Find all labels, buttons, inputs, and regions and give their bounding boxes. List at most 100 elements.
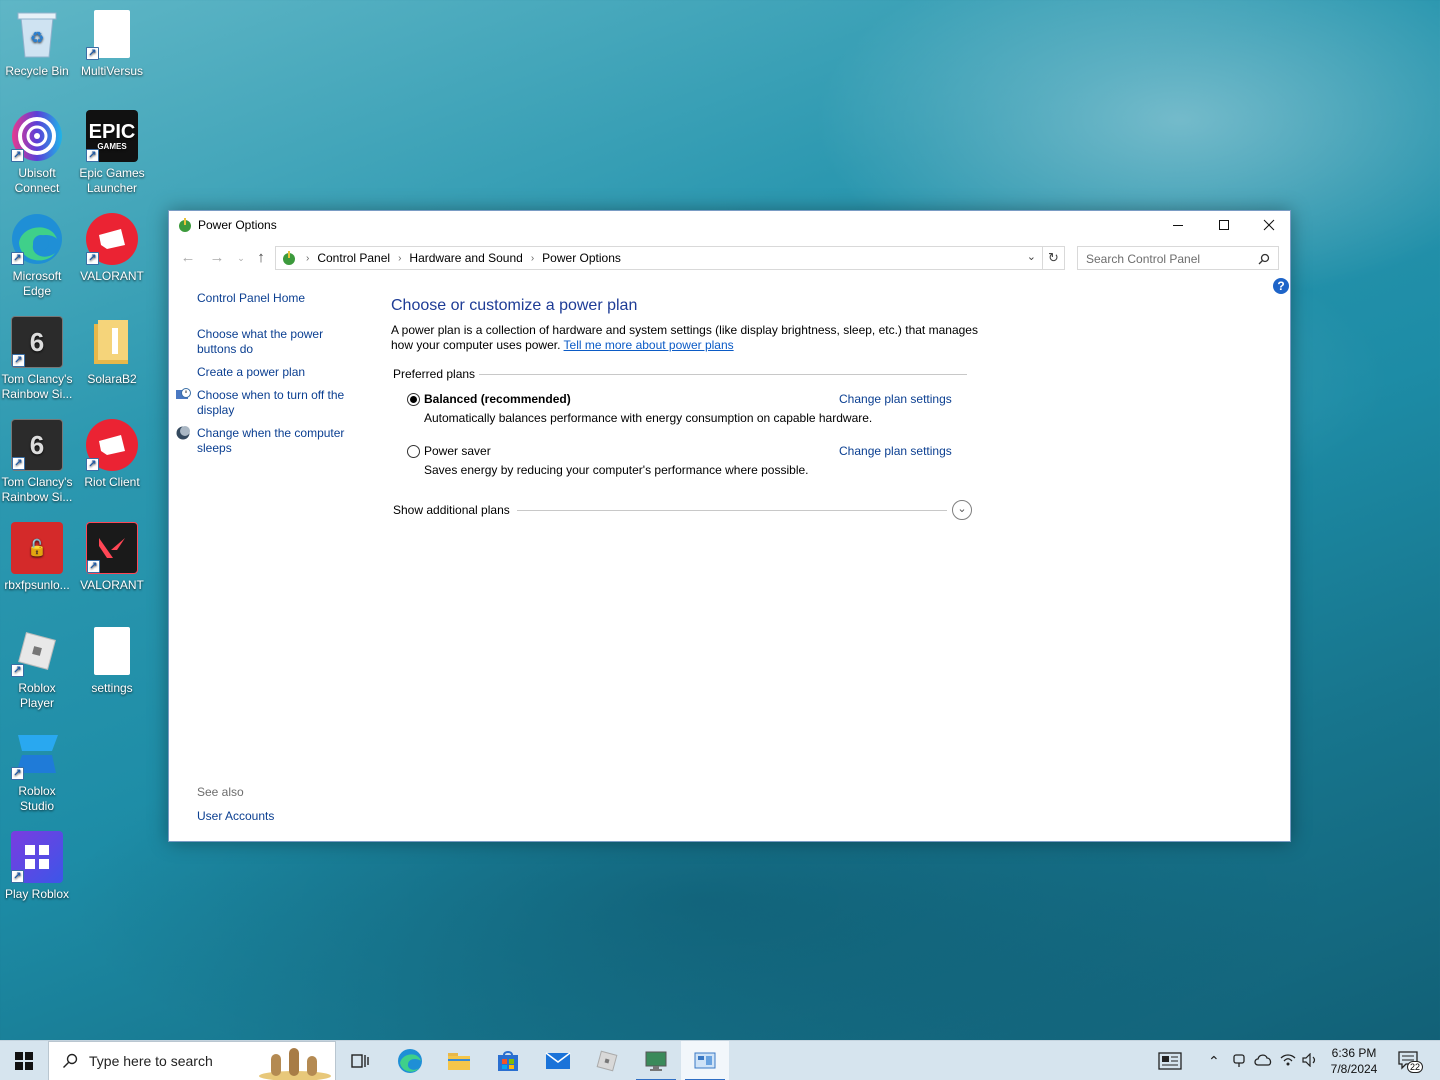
plan-name[interactable]: Balanced (recommended)	[424, 392, 571, 406]
shortcut-arrow-icon: ↗	[11, 870, 24, 883]
plan-name[interactable]: Power saver	[424, 444, 491, 458]
task-view-button[interactable]	[336, 1041, 384, 1080]
network-wifi-icon[interactable]	[1280, 1053, 1296, 1070]
window-titlebar[interactable]: Power Options	[169, 211, 1290, 239]
power-buttons-link[interactable]: Choose what the power buttons do	[197, 327, 337, 357]
desktop-icon-valorant[interactable]: ↗ VALORANT	[75, 522, 149, 593]
desktop-icon-microsoft-edge[interactable]: ↗ Microsoft Edge	[0, 213, 74, 299]
close-button[interactable]	[1246, 211, 1292, 239]
see-also-label: See also	[197, 785, 244, 799]
desktop-icon-solarab2[interactable]: SolaraB2	[75, 316, 149, 387]
onedrive-cloud-icon[interactable]	[1254, 1053, 1272, 1070]
desktop-icon-rainbow-six-1[interactable]: 6 ↗ Tom Clancy's Rainbow Si...	[0, 316, 74, 402]
shortcut-arrow-icon: ↗	[12, 354, 25, 367]
desktop-icon-rainbow-six-2[interactable]: 6 ↗ Tom Clancy's Rainbow Si...	[0, 419, 74, 505]
recycle-bin-icon: ♻	[11, 8, 63, 60]
intro-text: A power plan is a collection of hardware…	[391, 323, 978, 352]
computer-sleeps-link[interactable]: Change when the computer sleeps	[197, 426, 357, 456]
maximize-button[interactable]	[1201, 211, 1247, 239]
ubisoft-icon: ↗	[11, 110, 63, 162]
address-bar[interactable]: › Control Panel › Hardware and Sound › P…	[275, 246, 1065, 270]
desktop-icon-valorant-riot[interactable]: ↗ VALORANT	[75, 213, 149, 284]
clock-time: 6:36 PM	[1331, 1046, 1377, 1060]
taskbar-display-settings[interactable]	[632, 1041, 680, 1080]
desktop-icon-ubisoft-connect[interactable]: ↗ Ubisoft Connect	[0, 110, 74, 196]
up-button[interactable]: ↑	[251, 248, 271, 268]
control-panel-icon	[283, 251, 295, 265]
shortcut-arrow-icon: ↗	[11, 149, 24, 162]
shortcut-arrow-icon: ↗	[11, 767, 24, 780]
desktop-icon-label: VALORANT	[80, 578, 144, 592]
close-icon	[1263, 219, 1275, 231]
desktop-icon-multiversus[interactable]: ↗ MultiVersus	[75, 8, 149, 79]
minimize-button[interactable]	[1155, 211, 1201, 239]
moon-icon	[176, 426, 190, 440]
display-clock-icon	[176, 388, 191, 399]
search-input[interactable]: Search Control Panel	[1077, 246, 1279, 270]
breadcrumb-hardware-and-sound[interactable]: Hardware and Sound	[409, 251, 522, 265]
address-dropdown-icon[interactable]: ⌄	[1027, 250, 1036, 263]
desktop-icon-roblox-player[interactable]: ↗ Roblox Player	[0, 625, 74, 711]
news-widget-icon[interactable]	[1158, 1052, 1182, 1073]
shortcut-arrow-icon: ↗	[11, 664, 24, 677]
expand-button[interactable]: ⌄	[952, 500, 972, 520]
taskbar-mail[interactable]	[534, 1041, 582, 1080]
start-button[interactable]	[0, 1041, 48, 1080]
shortcut-arrow-icon: ↗	[86, 149, 99, 162]
change-plan-settings-link[interactable]: Change plan settings	[839, 444, 952, 458]
desktop-icon-label: Roblox Studio	[18, 784, 56, 813]
turn-off-display-link[interactable]: Choose when to turn off the display	[197, 388, 357, 418]
recent-locations-button[interactable]: ⌄	[231, 248, 251, 268]
roblox-icon: ↗	[11, 625, 63, 677]
mail-icon	[545, 1052, 571, 1069]
desktop-icon-epic-games[interactable]: EPIC GAMES ↗ Epic Games Launcher	[75, 110, 149, 196]
desktop-icon-recycle-bin[interactable]: ♻ Recycle Bin	[0, 8, 74, 79]
monitor-icon	[645, 1051, 667, 1071]
meet-now-icon[interactable]	[1232, 1053, 1246, 1072]
power-saver-radio[interactable]	[407, 445, 420, 458]
desktop-icon-settings[interactable]: settings	[75, 625, 149, 696]
taskbar-edge[interactable]	[386, 1041, 434, 1080]
chevron-up-icon[interactable]: ⌃	[1208, 1053, 1220, 1070]
refresh-icon[interactable]: ↻	[1042, 247, 1064, 269]
taskbar-clock[interactable]: 6:36 PM 7/8/2024	[1322, 1045, 1386, 1077]
desktop-icon-label: Riot Client	[84, 475, 140, 489]
power-options-window[interactable]: Power Options ← → ⌄ ↑ › Control Panel › …	[168, 210, 1291, 842]
notification-center-button[interactable]: 22	[1398, 1051, 1424, 1073]
taskbar-search-placeholder: Type here to search	[89, 1053, 213, 1069]
balanced-radio[interactable]	[407, 393, 420, 406]
desktop-icon-label: SolaraB2	[87, 372, 137, 386]
desktop-icon-play-roblox[interactable]: ↗ Play Roblox	[0, 831, 74, 902]
desktop-icon-label: MultiVersus	[80, 64, 144, 78]
change-plan-settings-link[interactable]: Change plan settings	[839, 392, 952, 406]
help-button[interactable]: ?	[1273, 278, 1289, 294]
desktop-icon-roblox-studio[interactable]: ↗ Roblox Studio	[0, 728, 74, 814]
control-panel-home-link[interactable]: Control Panel Home	[197, 291, 357, 306]
learn-more-link[interactable]: Tell me more about power plans	[564, 338, 734, 352]
back-button[interactable]: ←	[178, 248, 198, 268]
shortcut-arrow-icon: ↗	[11, 252, 24, 265]
taskbar-microsoft-store[interactable]	[484, 1041, 532, 1080]
desktop-icon-label: rbxfpsunlo...	[4, 578, 70, 592]
desktop-icon-riot-client[interactable]: ↗ Riot Client	[75, 419, 149, 490]
desktop-icon-rbxfpsunlocker[interactable]: 🔓 rbxfpsunlo...	[0, 522, 74, 593]
taskbar-file-explorer[interactable]	[435, 1041, 483, 1080]
desktop-icon-label: Tom Clancy's Rainbow Si...	[1, 372, 73, 401]
forward-button[interactable]: →	[207, 248, 227, 268]
shortcut-arrow-icon: ↗	[86, 252, 99, 265]
breadcrumb-control-panel[interactable]: Control Panel	[317, 251, 390, 265]
taskbar-roblox[interactable]	[583, 1041, 631, 1080]
folder-icon	[448, 1053, 470, 1070]
folder-icon	[86, 316, 138, 368]
search-placeholder: Search Control Panel	[1086, 252, 1201, 266]
breadcrumb-power-options[interactable]: Power Options	[542, 251, 621, 265]
taskbar-control-panel[interactable]	[681, 1041, 729, 1080]
desktop-icon-label: Tom Clancy's Rainbow Si...	[1, 475, 73, 504]
taskbar-search-box[interactable]: Type here to search	[48, 1041, 336, 1080]
show-additional-plans-label[interactable]: Show additional plans	[393, 503, 510, 517]
desktop-icon-label: VALORANT	[80, 269, 144, 283]
user-accounts-link[interactable]: User Accounts	[197, 809, 357, 824]
create-power-plan-link[interactable]: Create a power plan	[197, 365, 357, 380]
lock-icon: 🔓	[27, 539, 47, 557]
volume-icon[interactable]	[1302, 1052, 1318, 1070]
